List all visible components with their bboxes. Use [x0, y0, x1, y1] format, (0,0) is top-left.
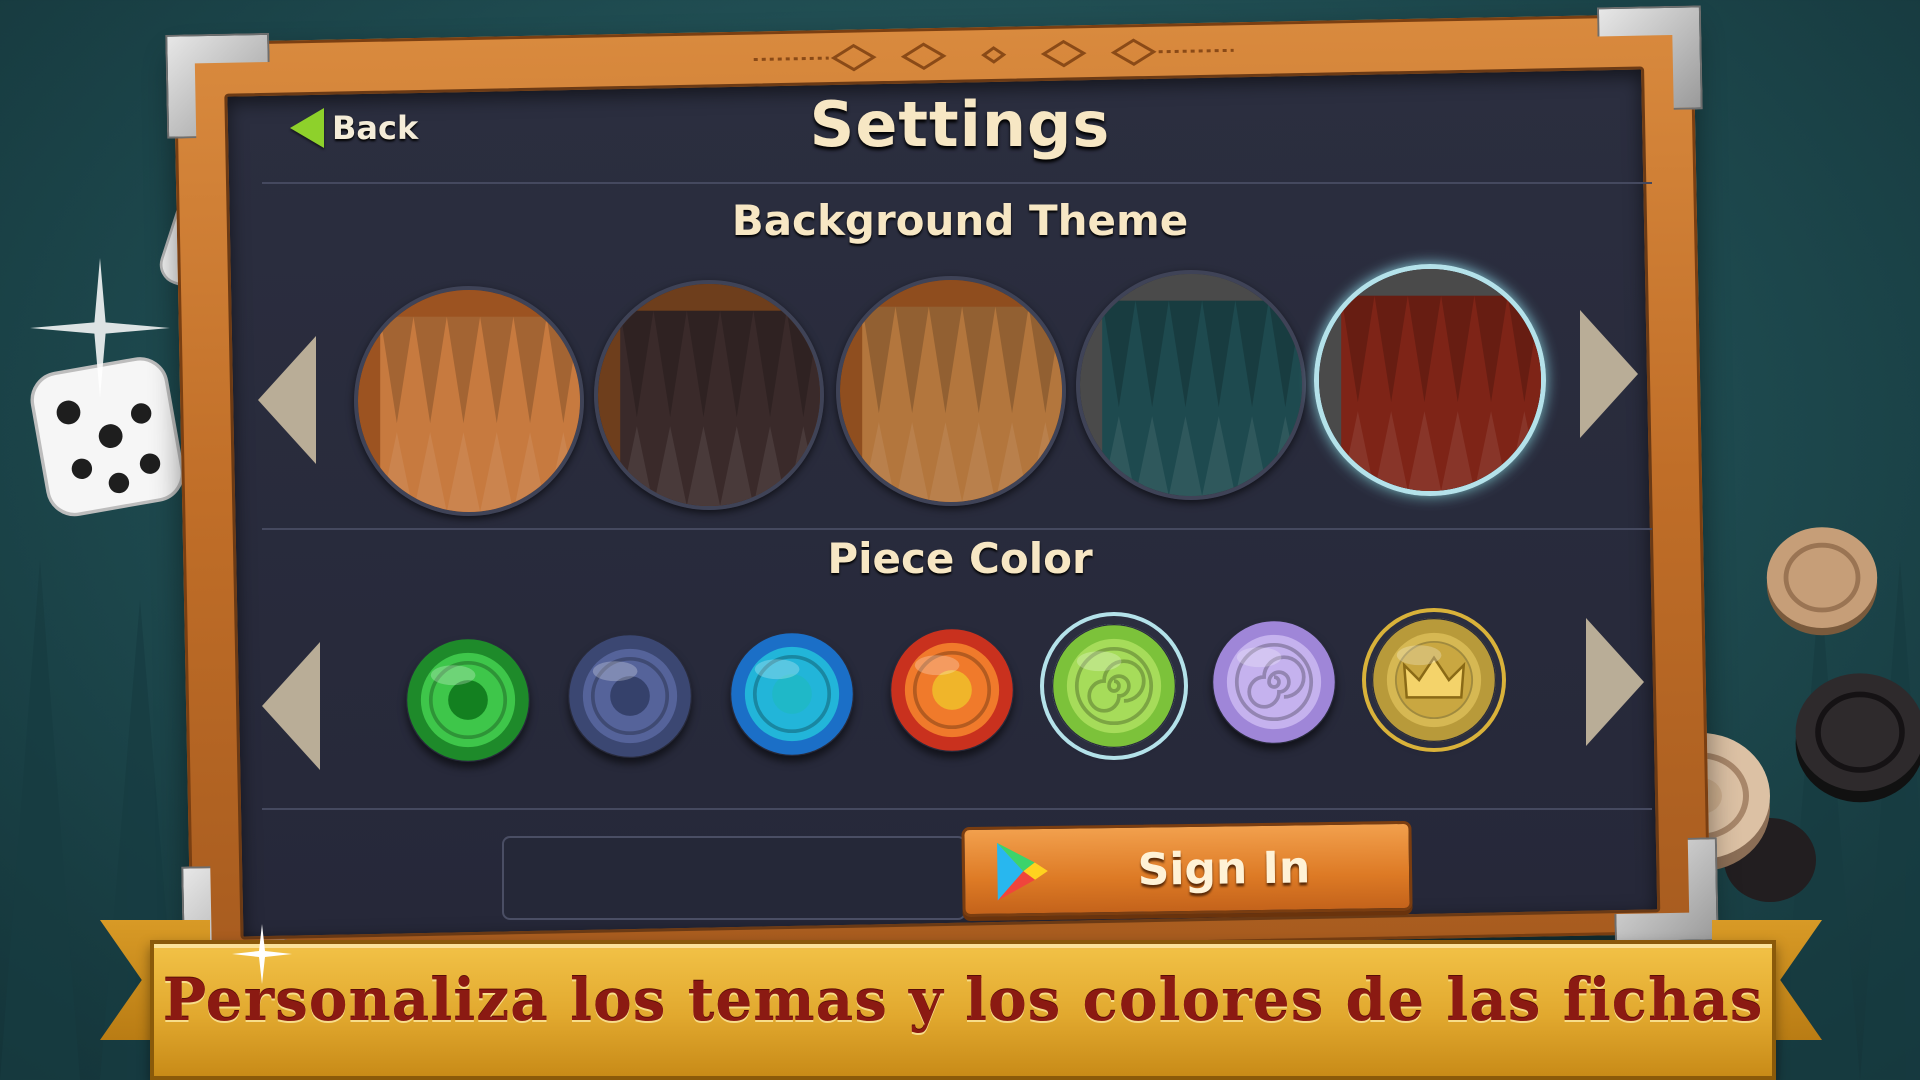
theme-preview [358, 290, 580, 512]
piece-option-navy[interactable] [568, 634, 692, 758]
piece-swatch [1213, 621, 1335, 743]
theme-prev-arrow[interactable] [258, 336, 316, 464]
piece-option-red-orange[interactable] [890, 628, 1014, 752]
piece-option-blue[interactable] [730, 632, 854, 756]
divider [262, 182, 1652, 184]
piece-swatch [407, 639, 529, 761]
piece-prev-arrow[interactable] [262, 642, 320, 770]
theme-option-dark-wood[interactable] [594, 280, 824, 510]
signin-label: Sign In [1137, 841, 1311, 896]
theme-preview [1319, 269, 1541, 491]
theme-next-arrow[interactable] [1580, 310, 1638, 438]
divider [262, 528, 1652, 530]
piece-option-lavender-swirl[interactable] [1212, 620, 1336, 744]
theme-preview [598, 284, 820, 506]
piece-next-arrow[interactable] [1586, 618, 1644, 746]
checker-piece-icon [1795, 673, 1920, 803]
theme-option-natural-wood[interactable] [836, 276, 1066, 506]
piece-option-gold-crown[interactable] [1372, 618, 1496, 742]
promo-banner-text: Personaliza los temas y los colores de l… [162, 966, 1764, 1034]
theme-option-teal-felt[interactable] [1076, 270, 1306, 500]
divider [262, 808, 1652, 810]
piece-swatch [1053, 625, 1175, 747]
page-title: Settings [809, 88, 1111, 161]
piece-option-lime-swirl[interactable] [1052, 624, 1176, 748]
piece-option-green[interactable] [406, 638, 530, 762]
signin-track [502, 836, 966, 920]
sparkle-icon [30, 258, 170, 398]
theme-preview [840, 280, 1062, 502]
theme-option-red-felt[interactable] [1314, 264, 1546, 496]
piece-swatch [569, 635, 691, 757]
section-title-background-theme: Background Theme [731, 196, 1189, 245]
theme-preview [1080, 274, 1302, 496]
piece-swatch [1373, 619, 1495, 741]
frame-ornament [753, 38, 1234, 72]
signin-button[interactable]: Sign In [961, 820, 1413, 918]
theme-option-light-wood[interactable] [354, 286, 584, 516]
google-play-icon [997, 842, 1048, 901]
piece-swatch [891, 629, 1013, 751]
section-title-piece-color: Piece Color [827, 534, 1093, 583]
sparkle-icon [232, 924, 292, 984]
promo-banner: Personaliza los temas y los colores de l… [150, 940, 1776, 1080]
piece-swatch [731, 633, 853, 755]
